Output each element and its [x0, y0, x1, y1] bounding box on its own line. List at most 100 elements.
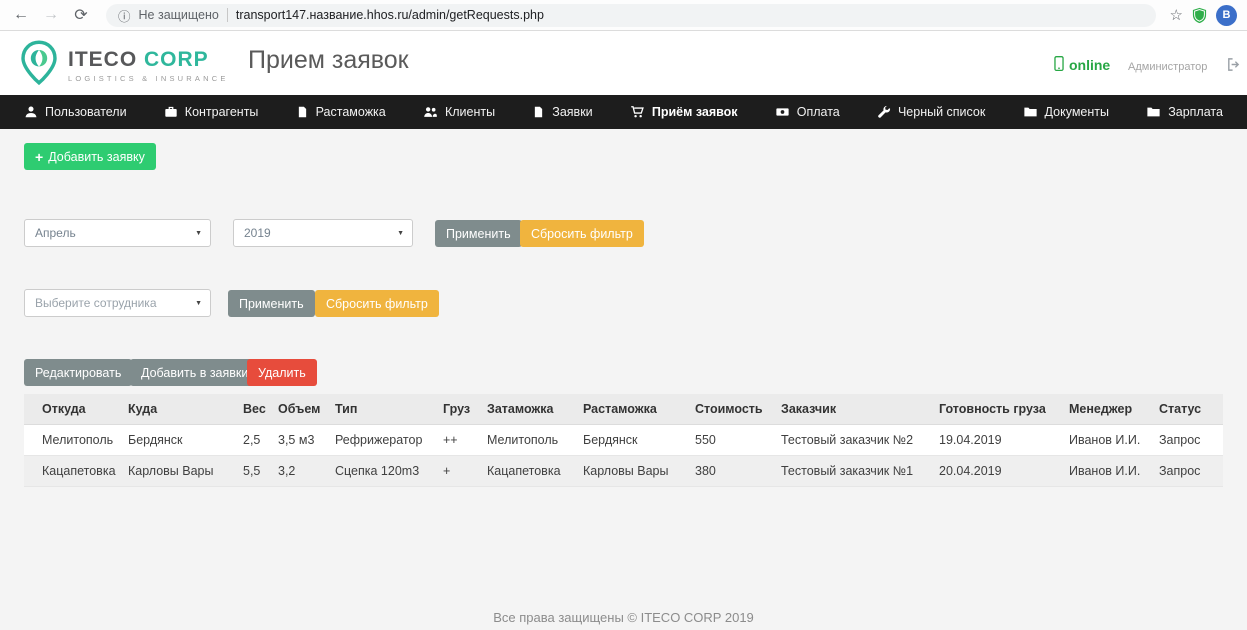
logo-pin-icon	[20, 40, 58, 91]
delete-button[interactable]: Удалить	[247, 359, 317, 386]
address-bar[interactable]: ⓘ Не защищено transport147.название.hhos…	[106, 3, 1156, 27]
folder-icon	[1023, 105, 1038, 119]
logo[interactable]: ITECO CORP LOGISTICS & INSURANCE	[20, 40, 229, 91]
column-header: Растаможка	[575, 394, 687, 425]
nav-item-9[interactable]: Зарплата	[1146, 105, 1223, 119]
month-select[interactable]: Апрель ▼	[24, 219, 211, 247]
requests-table-wrap: Откуда Куда Вес Объем Тип Груз Затаможка Растам…	[24, 394, 1223, 487]
column-header: Тип	[327, 394, 435, 425]
add-request-label: Добавить заявку	[48, 149, 145, 164]
nav-item-label: Контрагенты	[184, 105, 259, 119]
edit-button[interactable]: Редактировать	[24, 359, 133, 386]
nav-item-3[interactable]: Клиенты	[423, 105, 495, 119]
nav-item-label: Черный список	[897, 105, 986, 119]
column-header: Куда	[120, 394, 235, 425]
cart-icon	[630, 105, 645, 119]
requests-table: Откуда Куда Вес Объем Тип Груз Затаможка Растам…	[24, 394, 1223, 487]
add-request-button[interactable]: + Добавить заявку	[24, 143, 156, 170]
plus-icon: +	[35, 148, 44, 165]
brand-name-primary: ITECO	[68, 48, 138, 71]
year-select[interactable]: 2019 ▼	[233, 219, 413, 247]
add-to-requests-button[interactable]: Добавить в заявки	[130, 359, 260, 386]
reset-date-filter-button[interactable]: Сбросить фильтр	[520, 220, 644, 247]
page-title: Прием заявок	[248, 46, 409, 74]
employee-select[interactable]: Выберите сотрудника ▼	[24, 289, 211, 317]
info-icon[interactable]: ⓘ	[118, 6, 131, 25]
security-label: Не защищено	[138, 8, 219, 22]
apply-date-filter-button[interactable]: Применить	[435, 220, 522, 247]
user-role-label[interactable]: Администратор	[1128, 61, 1207, 73]
nav-item-label: Заявки	[552, 105, 593, 119]
profile-avatar[interactable]: В	[1216, 4, 1237, 26]
nav-item-1[interactable]: Контрагенты	[164, 105, 259, 119]
footer-copyright: Все права защищены © ITECO CORP 2019	[493, 610, 754, 625]
column-header: Менеджер	[1061, 394, 1151, 425]
column-header: Стоимость	[687, 394, 773, 425]
nav-item-2[interactable]: Растаможка	[296, 105, 386, 119]
chevron-down-icon: ▼	[195, 229, 202, 237]
table-cell: Карловы Вары	[120, 455, 235, 487]
table-cell: 550	[687, 424, 773, 456]
forward-icon[interactable]: →	[40, 6, 62, 24]
nav-item-7[interactable]: Черный список	[877, 105, 985, 119]
table-cell: Иванов И.И.	[1061, 455, 1151, 487]
online-status: online	[1054, 55, 1111, 74]
column-header: Статус	[1151, 394, 1223, 425]
table-cell: Бердянск	[575, 424, 687, 456]
apply-employee-filter-button[interactable]: Применить	[228, 290, 315, 317]
column-header: Объем	[270, 394, 327, 425]
chevron-down-icon: ▼	[397, 229, 404, 237]
table-cell: 3,5 м3	[270, 424, 327, 456]
column-header: Вес	[235, 394, 270, 425]
table-cell: Тестовый заказчик №1	[773, 455, 931, 487]
logout-icon[interactable]	[1226, 57, 1241, 77]
nav-item-5[interactable]: Приём заявок	[630, 105, 738, 119]
employee-select-placeholder: Выберите сотрудника	[35, 296, 157, 310]
back-icon[interactable]: ←	[10, 6, 32, 24]
table-cell: 380	[687, 455, 773, 487]
nav-item-4[interactable]: Заявки	[532, 105, 593, 119]
briefcase-icon	[164, 105, 178, 119]
nav-item-0[interactable]: Пользователи	[24, 105, 127, 119]
table-cell: Кацапетовка	[24, 455, 120, 487]
table-cell: Кацапетовка	[479, 455, 575, 487]
nav-item-label: Оплата	[796, 105, 840, 119]
nav-item-label: Растаможка	[315, 105, 386, 119]
shield-extension-icon[interactable]	[1191, 7, 1208, 24]
bookmark-star-icon[interactable]: ☆	[1170, 6, 1183, 24]
reset-employee-filter-button[interactable]: Сбросить фильтр	[315, 290, 439, 317]
column-header: Откуда	[24, 394, 120, 425]
table-row[interactable]: Мелитополь Бердянск 2,5 3,5 м3 Рефрижератор +…	[24, 424, 1223, 456]
chevron-down-icon: ▼	[195, 299, 202, 307]
month-select-value: Апрель	[35, 226, 76, 240]
table-cell: Сцепка 120m3	[327, 455, 435, 487]
wrench-icon	[877, 105, 891, 119]
nav-item-label: Документы	[1044, 105, 1109, 119]
table-cell: 5,5	[235, 455, 270, 487]
online-label: online	[1069, 57, 1111, 73]
table-cell: ++	[435, 424, 479, 456]
table-body: Мелитополь Бердянск 2,5 3,5 м3 Рефрижератор +…	[24, 424, 1223, 487]
browser-toolbar: ← → ⟳ ⓘ Не защищено transport147.названи…	[0, 0, 1247, 31]
year-select-value: 2019	[244, 226, 271, 240]
nav-item-label: Пользователи	[45, 105, 127, 119]
nav-item-8[interactable]: Документы	[1023, 105, 1109, 119]
table-cell: 19.04.2019	[931, 424, 1061, 456]
column-header: Заказчик	[773, 394, 931, 425]
table-cell: Тестовый заказчик №2	[773, 424, 931, 456]
nav-item-6[interactable]: Оплата	[775, 105, 840, 119]
nav-item-label: Зарплата	[1168, 105, 1223, 119]
table-row[interactable]: Кацапетовка Карловы Вары 5,5 3,2 Сцепка 120m…	[24, 455, 1223, 487]
table-cell: +	[435, 455, 479, 487]
table-cell: 3,2	[270, 455, 327, 487]
user-icon	[24, 105, 38, 119]
brand-tagline: LOGISTICS & INSURANCE	[68, 74, 229, 83]
reload-icon[interactable]: ⟳	[70, 5, 92, 25]
table-cell: Запрос	[1151, 455, 1223, 487]
table-cell: 20.04.2019	[931, 455, 1061, 487]
column-header: Груз	[435, 394, 479, 425]
main-nav: Пользователи Контрагенты Растаможка Клиенты…	[0, 95, 1247, 129]
nav-item-label: Клиенты	[444, 105, 496, 119]
phone-icon	[1054, 55, 1064, 74]
table-cell: Запрос	[1151, 424, 1223, 456]
